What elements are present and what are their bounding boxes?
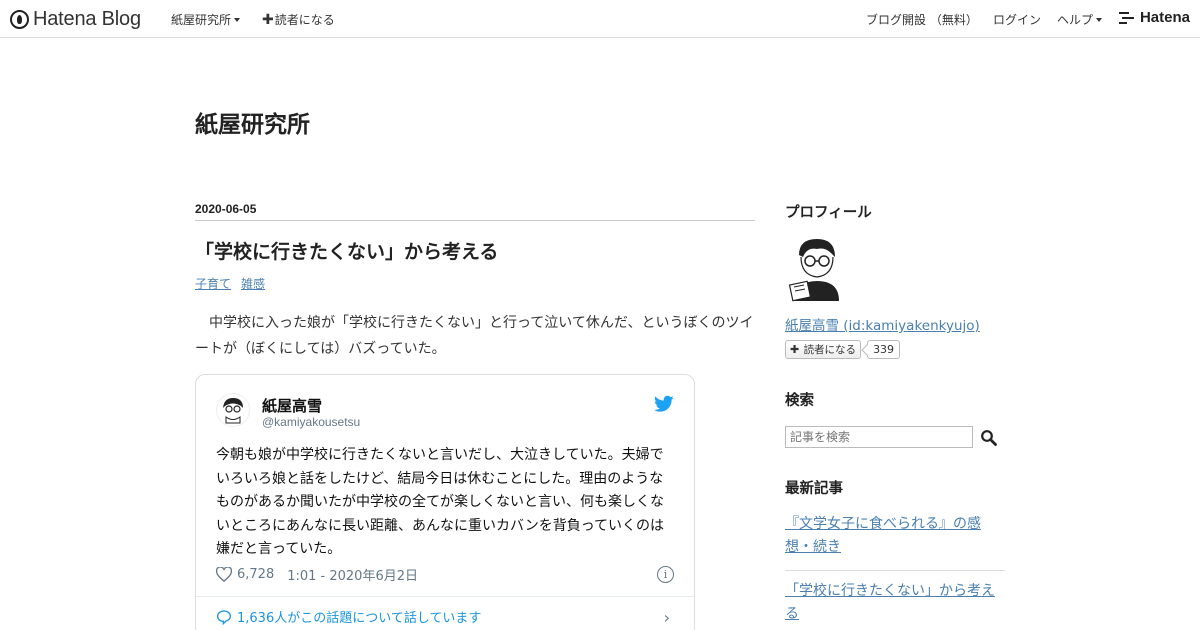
- hatena-menu-icon: [1118, 11, 1134, 24]
- caret-down-icon: [234, 18, 241, 22]
- date-divider: [195, 220, 755, 221]
- blog-title[interactable]: 紙屋研究所: [195, 105, 310, 139]
- profile-avatar[interactable]: [785, 235, 845, 303]
- caret-down-icon: [1096, 18, 1103, 22]
- tweet-author-handle[interactable]: @kamiyakousetsu: [262, 415, 360, 429]
- recent-posts-heading: 最新記事: [785, 481, 843, 497]
- hatena-brand-label: Hatena: [1139, 9, 1190, 26]
- help-dropdown[interactable]: ヘルプ: [1057, 11, 1103, 28]
- post-date[interactable]: 2020-06-05: [195, 202, 256, 216]
- twitter-bird-icon[interactable]: [654, 395, 674, 413]
- subscribe-nav-label: 読者になる: [274, 13, 335, 27]
- recent-post-link[interactable]: 『文学女子に食べられる』の感想・続き: [785, 513, 1005, 559]
- info-icon[interactable]: i: [657, 566, 674, 583]
- tweet-timestamp[interactable]: 1:01 - 2020年6月2日: [287, 565, 418, 584]
- profile-name-link[interactable]: 紙屋高雪 (id:kamiyakenkyujo): [785, 314, 980, 334]
- subscriber-count[interactable]: 339: [867, 340, 901, 359]
- blog-menu-label: 紙屋研究所: [171, 13, 232, 27]
- recent-post-link[interactable]: 「学校に行きたくない」から考える: [785, 580, 1005, 626]
- search-input[interactable]: [785, 426, 973, 448]
- hatena-blog-logo[interactable]: Hatena Blog: [10, 8, 141, 30]
- hatena-brand-link[interactable]: Hatena: [1118, 9, 1190, 26]
- plus-icon: ✚: [262, 12, 274, 28]
- embedded-tweet[interactable]: 紙屋高雪 @kamiyakousetsu 今朝も娘が中学校に行きたくないと言いだ…: [195, 374, 695, 630]
- recent-post-divider: [785, 570, 1005, 571]
- chevron-right-icon[interactable]: ›: [664, 608, 670, 627]
- tweet-text: 今朝も娘が中学校に行きたくないと言いだし、大泣きしていた。夫婦でいろいろ娘と話を…: [216, 447, 664, 557]
- search-heading: 検索: [785, 393, 814, 409]
- subscribe-nav-button[interactable]: ✚読者になる: [262, 11, 335, 28]
- profile-heading: プロフィール: [785, 205, 872, 221]
- post-body-text: 中学校に入った娘が「学校に行きたくない」と行って泣いて休んだ、というぼくのツイー…: [195, 315, 754, 357]
- blog-menu-dropdown[interactable]: 紙屋研究所: [171, 11, 241, 28]
- post-title[interactable]: 「学校に行きたくない」から考える: [195, 237, 498, 264]
- subscribe-button[interactable]: ✚ 読者になる: [785, 340, 862, 359]
- help-label: ヘルプ: [1057, 13, 1094, 27]
- tweet-like-count[interactable]: 6,728: [237, 567, 274, 582]
- subscribe-button-label: 読者になる: [803, 344, 857, 356]
- login-link[interactable]: ログイン: [993, 11, 1041, 28]
- tweet-divider: [196, 596, 694, 597]
- open-blog-link[interactable]: ブログ開設 （無料）: [866, 11, 978, 28]
- category-link[interactable]: 子育て: [195, 275, 231, 292]
- top-navbar: Hatena Blog 紙屋研究所 ✚読者になる ブログ開設 （無料） ログイン…: [0, 0, 1200, 38]
- profile-subscribe: ✚ 読者になる 339: [785, 340, 901, 359]
- speech-bubble-icon: [216, 609, 232, 625]
- tweet-author-avatar[interactable]: [216, 393, 250, 427]
- category-link[interactable]: 雑感: [241, 275, 265, 292]
- logo-text: Hatena Blog: [33, 7, 141, 30]
- heart-icon[interactable]: [216, 567, 232, 582]
- plus-icon: ✚: [790, 343, 800, 356]
- search-icon[interactable]: [980, 429, 998, 447]
- hatena-blog-logo-icon: [10, 9, 29, 29]
- tweet-meta: 6,728 1:01 - 2020年6月2日: [216, 565, 418, 584]
- tweet-conversation-label: 1,636人がこの話題について話しています: [237, 611, 482, 626]
- post-categories: 子育て 雑感: [195, 275, 265, 292]
- tweet-author-name[interactable]: 紙屋高雪: [262, 395, 322, 416]
- tweet-conversation-link[interactable]: 1,636人がこの話題について話しています: [216, 607, 481, 626]
